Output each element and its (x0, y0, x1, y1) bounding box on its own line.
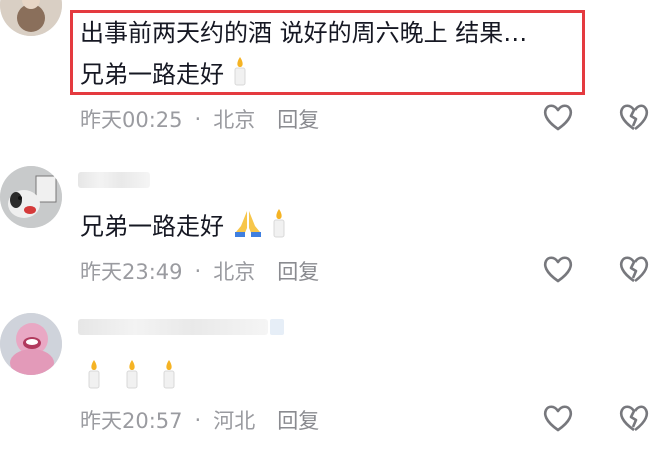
comment-item: 出事前两天约的酒 说好的周六晚上 结果… 兄弟一路走好 昨天00:25 · 北京… (0, 0, 660, 150)
pray-icon (232, 208, 264, 247)
comment-text-line: 出事前两天约的酒 说好的周六晚上 结果… (80, 19, 528, 47)
comment-text: 兄弟一路走好 (80, 208, 287, 247)
comment-time: 昨天20:57 (80, 409, 183, 433)
candle-icon (271, 208, 287, 247)
separator: · (194, 408, 202, 432)
comment-text-line: 兄弟一路走好 (80, 212, 224, 241)
username-blurred[interactable] (78, 172, 150, 188)
comment-location: 北京 (213, 108, 256, 132)
comment-text-line: 兄弟一路走好 (80, 60, 224, 89)
avatar[interactable] (0, 166, 62, 228)
candle-icon (124, 359, 140, 398)
comment-time: 昨天23:49 (80, 260, 183, 284)
comment-time: 昨天00:25 (80, 108, 183, 132)
comment-text (80, 359, 177, 398)
separator: · (194, 259, 202, 283)
broken-heart-icon[interactable] (618, 403, 650, 433)
comment-meta: 昨天23:49 · 北京 回复 (80, 256, 319, 286)
reply-button[interactable]: 回复 (277, 256, 319, 286)
comment-meta: 昨天20:57 · 河北 回复 (80, 405, 319, 435)
comment-item: 昨天20:57 · 河北 回复 (0, 305, 660, 460)
reply-button[interactable]: 回复 (277, 405, 319, 435)
candle-icon (86, 359, 102, 398)
comment-meta: 昨天00:25 · 北京 回复 (80, 104, 319, 134)
comment-item: 兄弟一路走好 昨天23:49 · 北京 回复 (0, 160, 660, 300)
username-blurred[interactable] (78, 319, 268, 335)
candle-icon (232, 56, 248, 95)
heart-outline-icon[interactable] (542, 254, 574, 284)
comment-text: 兄弟一路走好 (80, 56, 248, 95)
avatar[interactable] (0, 0, 62, 36)
heart-outline-icon[interactable] (542, 102, 574, 132)
avatar[interactable] (0, 313, 62, 375)
comment-text: 出事前两天约的酒 说好的周六晚上 结果… (80, 16, 527, 50)
comment-location: 河北 (213, 409, 256, 433)
broken-heart-icon[interactable] (618, 254, 650, 284)
candle-icon (161, 359, 177, 398)
blurred-badge (270, 319, 284, 335)
comment-location: 北京 (213, 260, 256, 284)
heart-outline-icon[interactable] (542, 403, 574, 433)
reply-button[interactable]: 回复 (277, 104, 319, 134)
broken-heart-icon[interactable] (618, 102, 650, 132)
separator: · (194, 107, 202, 131)
